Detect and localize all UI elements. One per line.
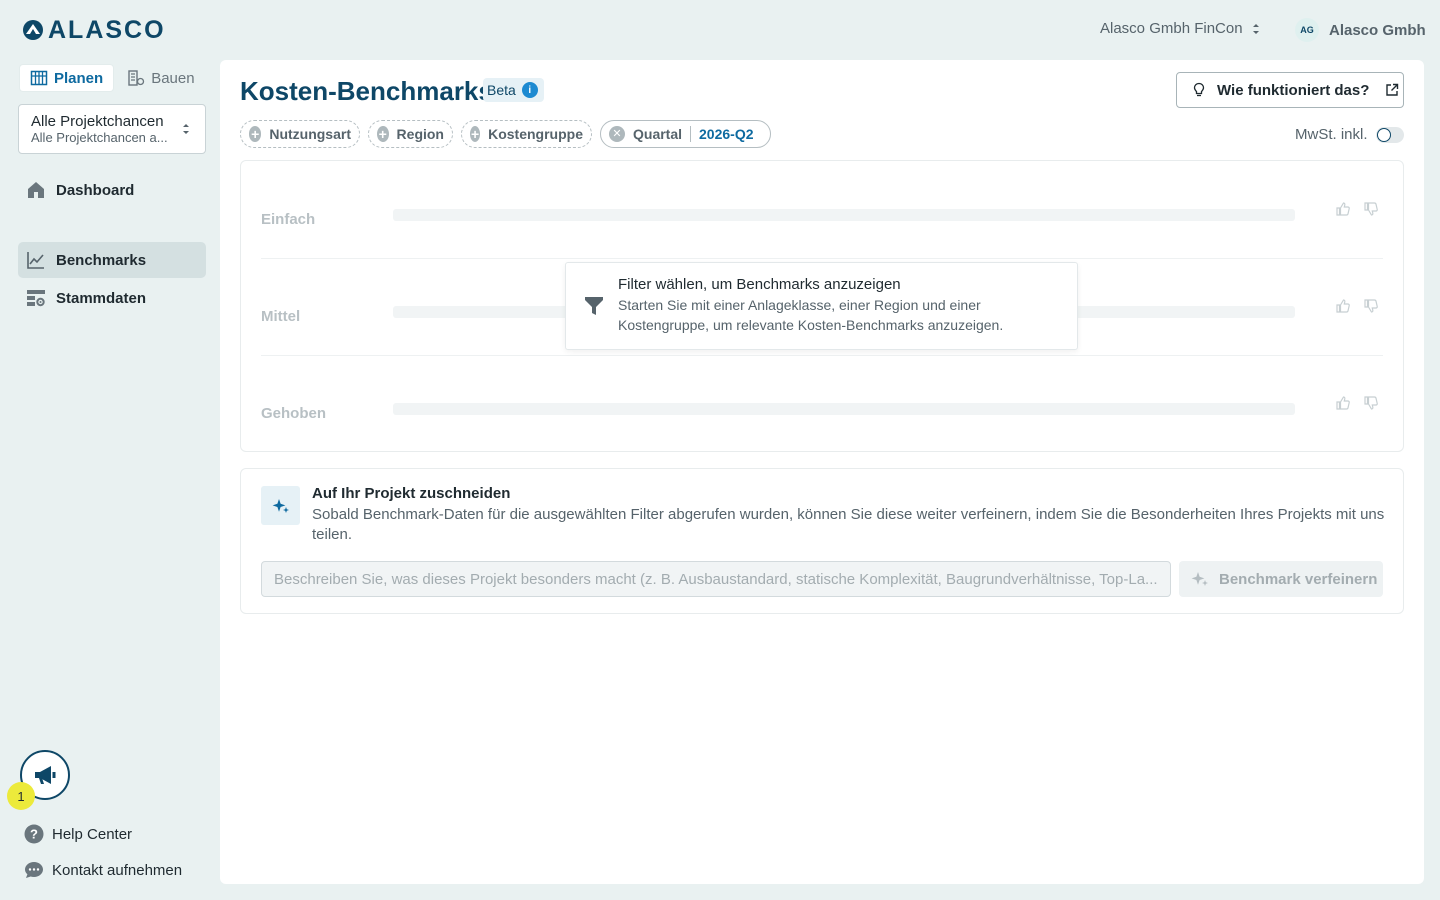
mode-label: Planen (54, 69, 104, 87)
plus-icon: + (470, 126, 481, 142)
home-icon (28, 182, 44, 198)
how-it-works-label: Wie funktioniert das? (1217, 81, 1370, 99)
benchmark-row: Einfach (261, 161, 1383, 258)
contact-link[interactable]: Kontakt aufnehmen (24, 860, 182, 880)
vat-switch[interactable] (1375, 126, 1404, 143)
sidebar-item-dashboard[interactable]: Dashboard (18, 172, 206, 208)
main-content: Kosten-Benchmarks Beta i Wie funktionier… (220, 60, 1424, 884)
megaphone-icon (35, 766, 56, 784)
help-icon: ? (24, 824, 44, 844)
logo-text: ALASCO (48, 16, 166, 44)
organization-name: Alasco Gmbh FinCon (1100, 20, 1243, 37)
user-name: Alasco Gmbh (1329, 21, 1426, 39)
filter-region[interactable]: + Region (368, 120, 453, 148)
svg-text:?: ? (30, 827, 38, 842)
ai-sparkle-icon (272, 498, 289, 513)
chip-divider (690, 126, 692, 142)
filter-label: Nutzungsart (269, 126, 351, 142)
page-title: Kosten-Benchmarks (240, 76, 493, 106)
external-link-icon (1386, 83, 1399, 96)
organization-switcher[interactable]: Alasco Gmbh FinCon (1100, 20, 1261, 37)
contact-label: Kontakt aufnehmen (52, 861, 183, 879)
thumbs-down-icon[interactable] (1363, 298, 1379, 314)
project-description-input[interactable] (261, 561, 1171, 597)
filter-label: Quartal (633, 126, 683, 142)
filter-funnel-icon (585, 297, 603, 315)
lightbulb-icon (1193, 82, 1205, 97)
sort-arrows-icon (1252, 23, 1259, 34)
refine-button-label: Benchmark verfeinern (1219, 570, 1378, 588)
mode-toggle: Planen Bauen (20, 65, 205, 91)
filter-quartal[interactable]: ✕ Quartal 2026-Q2 (600, 120, 771, 148)
empty-state-title: Filter wählen, um Benchmarks anzuzeigen (618, 276, 901, 293)
avatar: AG (1295, 18, 1319, 42)
refine-title: Auf Ihr Projekt zuschneiden (312, 485, 511, 502)
benchmark-row-label: Mittel (261, 308, 301, 325)
benchmark-placeholder-bar (393, 403, 1295, 415)
refine-benchmark-button[interactable]: Benchmark verfeinern (1179, 561, 1383, 597)
planning-grid-icon (30, 70, 48, 86)
beta-badge: Beta i (483, 78, 544, 102)
chart-line-icon (27, 252, 44, 269)
feedback-buttons (1335, 201, 1379, 217)
announcement-count-badge: 1 (7, 782, 35, 810)
thumbs-up-icon[interactable] (1335, 395, 1351, 411)
project-select[interactable]: Alle Projektchancen Alle Projektchancen … (18, 104, 206, 154)
mode-label: Bauen (151, 69, 195, 87)
sidebar-item-label: Benchmarks (56, 251, 147, 269)
thumbs-up-icon[interactable] (1335, 201, 1351, 217)
benchmark-placeholder-bar (393, 209, 1295, 221)
help-center-label: Help Center (52, 825, 133, 843)
data-settings-icon (27, 290, 45, 307)
vat-toggle[interactable]: MwSt. inkl. (1295, 126, 1404, 143)
empty-state-card: Filter wählen, um Benchmarks anzuzeigen … (565, 262, 1078, 350)
vat-label: MwSt. inkl. (1295, 126, 1368, 143)
thumbs-up-icon[interactable] (1335, 298, 1351, 314)
help-center-link[interactable]: ? Help Center (24, 824, 132, 844)
filter-kostengruppe[interactable]: + Kostengruppe (461, 120, 592, 148)
feedback-buttons (1335, 395, 1379, 411)
project-select-title: Alle Projektchancen (31, 113, 164, 130)
benchmark-row: Gehoben (261, 355, 1383, 452)
switch-knob (1376, 127, 1391, 142)
sidebar-item-benchmarks[interactable]: Benchmarks (18, 242, 206, 278)
benchmark-row-label: Einfach (261, 211, 316, 228)
plus-icon: + (377, 126, 389, 142)
thumbs-down-icon[interactable] (1363, 201, 1379, 217)
beta-label: Beta (487, 82, 516, 98)
sidebar-item-label: Stammdaten (56, 289, 147, 307)
alasco-logo[interactable]: ALASCO (22, 16, 166, 44)
refine-description: Sobald Benchmark-Daten für die ausgewähl… (312, 506, 1385, 543)
empty-state-description: Starten Sie mit einer Anlageklasse, eine… (618, 297, 1004, 333)
project-select-subtitle: Alle Projektchancen a... (31, 130, 168, 145)
sidebar: Planen Bauen Alle Projektchancen Alle Pr… (0, 60, 220, 900)
filter-nutzungsart[interactable]: + Nutzungsart (240, 120, 360, 148)
plus-icon: + (249, 126, 262, 142)
filter-label: Kostengruppe (488, 126, 583, 142)
filter-label: Region (396, 126, 444, 142)
info-icon[interactable]: i (521, 82, 538, 98)
remove-filter-icon[interactable]: ✕ (609, 126, 625, 142)
building-icon (128, 70, 145, 86)
sidebar-item-stammdaten[interactable]: Stammdaten (18, 280, 206, 316)
refine-card: Auf Ihr Projekt zuschneiden Sobald Bench… (240, 468, 1404, 614)
feedback-buttons (1335, 298, 1379, 314)
mode-bauen[interactable]: Bauen (117, 65, 204, 91)
thumbs-down-icon[interactable] (1363, 395, 1379, 411)
top-bar: ALASCO Alasco Gmbh FinCon AG Alasco Gmbh (0, 0, 1440, 60)
sidebar-item-label: Dashboard (56, 181, 135, 199)
mode-planen[interactable]: Planen (20, 65, 114, 91)
user-menu[interactable]: AG Alasco Gmbh (1295, 18, 1426, 42)
filter-value: 2026-Q2 (699, 126, 754, 142)
chat-icon (25, 862, 43, 878)
sort-arrows-icon (183, 124, 189, 134)
sparkle-icon (261, 486, 300, 525)
ai-sparkle-icon (1191, 572, 1208, 586)
how-it-works-button[interactable]: Wie funktioniert das? (1176, 72, 1404, 108)
logo-mark-icon (23, 20, 43, 40)
benchmark-row-label: Gehoben (261, 405, 327, 422)
